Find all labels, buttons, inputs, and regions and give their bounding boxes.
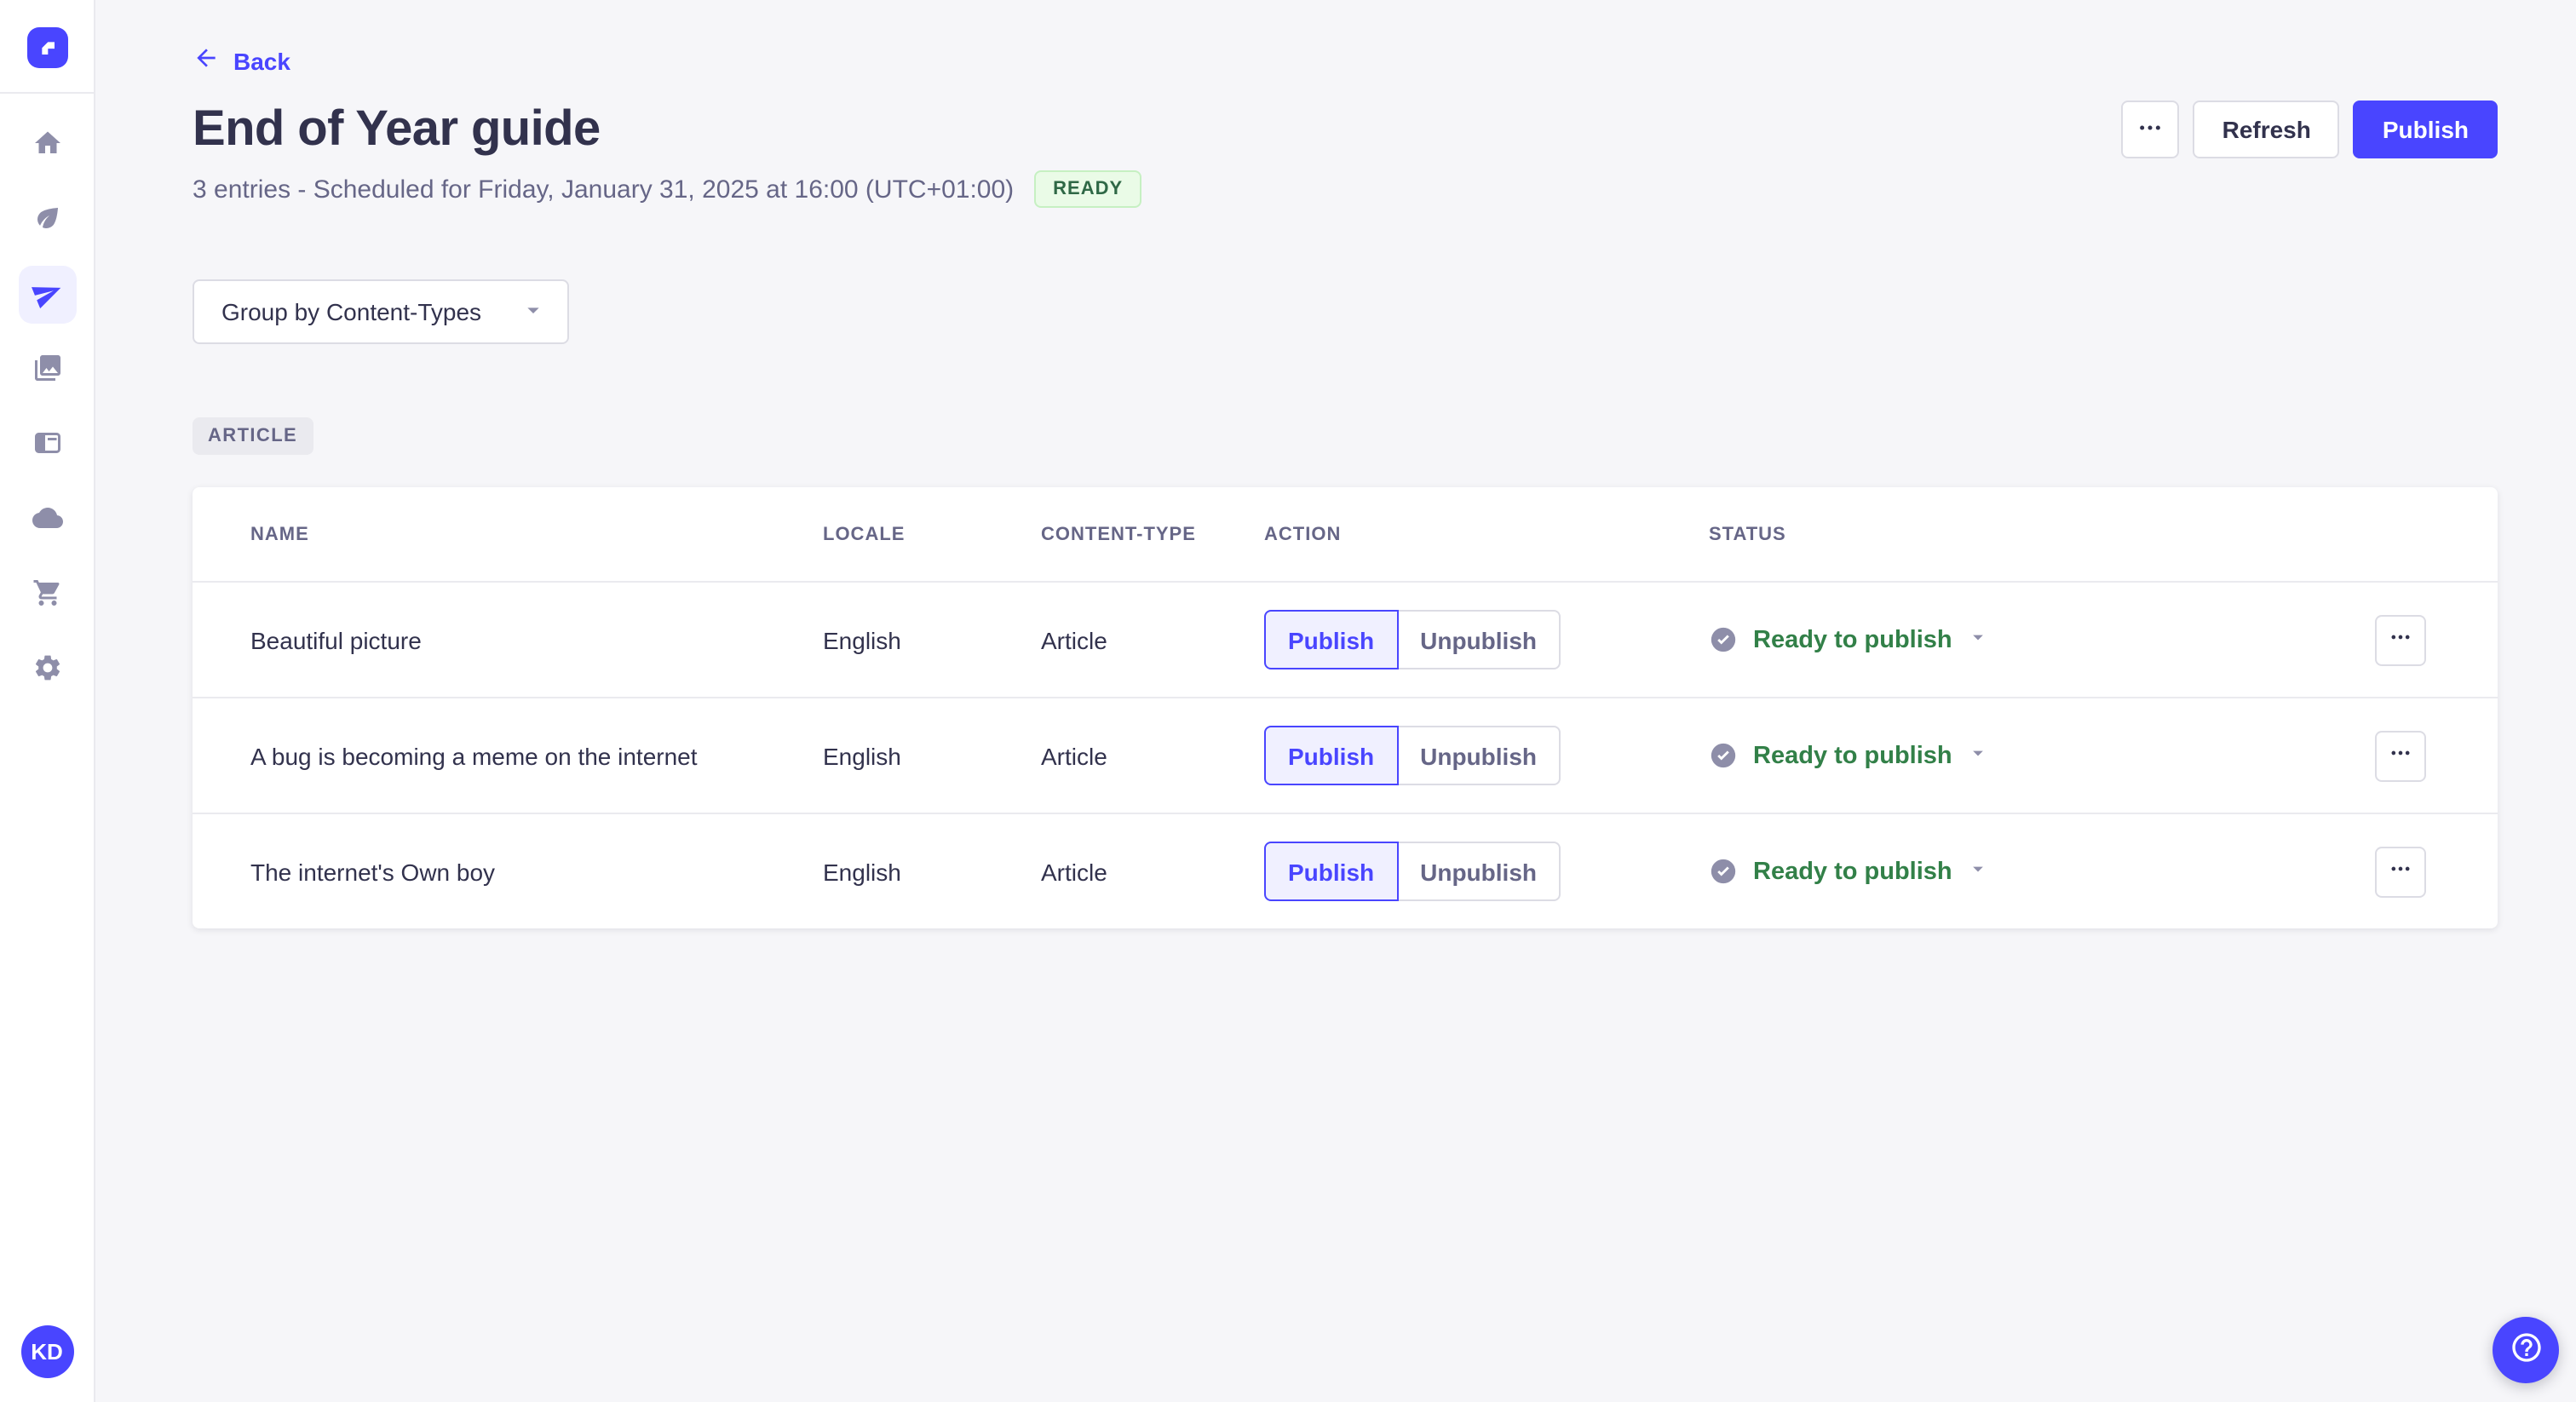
content-type-group-badge: ARTICLE [193, 417, 313, 455]
cloud-icon [32, 502, 62, 537]
entry-status: Ready to publish [1753, 742, 1952, 769]
entry-status-dropdown[interactable]: Ready to publish [1753, 741, 1990, 770]
chevron-down-icon [1966, 625, 1990, 654]
group-by-value: Group by Content-Types [221, 298, 482, 325]
publish-toggle-button[interactable]: Publish [1264, 726, 1399, 785]
column-header-name: NAME [250, 524, 309, 544]
row-menu-button[interactable] [2375, 614, 2426, 665]
release-subtitle: 3 entries - Scheduled for Friday, Januar… [193, 175, 1015, 204]
entry-locale: English [823, 626, 901, 653]
entry-status-dropdown[interactable]: Ready to publish [1753, 857, 1990, 886]
home-icon [32, 127, 62, 163]
ellipsis-icon [2389, 625, 2412, 654]
entry-locale: English [823, 858, 901, 885]
row-menu-button[interactable] [2375, 846, 2426, 897]
sidebar-item-settings[interactable] [18, 641, 76, 698]
sidebar-item-cloud[interactable] [18, 491, 76, 549]
ellipsis-icon [2389, 857, 2412, 886]
entry-content-type: Article [1041, 858, 1107, 885]
ready-status-badge: READY [1034, 170, 1142, 208]
sidebar-item-content-type-builder[interactable] [18, 416, 76, 474]
release-more-button[interactable] [2121, 101, 2180, 158]
row-menu-button[interactable] [2375, 730, 2426, 781]
publish-toggle-button[interactable]: Publish [1264, 842, 1399, 901]
ellipsis-icon [2137, 113, 2165, 146]
check-circle-icon [1709, 625, 1738, 654]
page-title: End of Year guide [193, 101, 601, 156]
entry-name: The internet's Own boy [250, 858, 496, 885]
action-toggle: Publish Unpublish [1264, 842, 1709, 901]
table-row: The internet's Own boy English Article P… [193, 813, 2498, 928]
sidebar-item-releases[interactable] [18, 266, 76, 324]
entry-status-dropdown[interactable]: Ready to publish [1753, 625, 1990, 654]
app-root: KD Back End of Year guide Refresh Publis… [0, 0, 2576, 1402]
action-toggle: Publish Unpublish [1264, 726, 1709, 785]
publish-release-button[interactable]: Publish [2353, 101, 2498, 158]
cart-icon [32, 577, 62, 612]
back-link[interactable]: Back [193, 44, 290, 77]
entry-content-type: Article [1041, 742, 1107, 769]
table-row: A bug is becoming a meme on the internet… [193, 697, 2498, 813]
column-header-locale: LOCALE [823, 524, 906, 544]
entry-content-type: Article [1041, 626, 1107, 653]
help-button[interactable] [2493, 1317, 2559, 1383]
paper-plane-icon [31, 277, 62, 313]
strapi-logo-icon[interactable] [26, 27, 67, 68]
check-circle-icon [1709, 857, 1738, 886]
ellipsis-icon [2389, 741, 2412, 770]
header-actions: Refresh Publish [2121, 101, 2498, 158]
entry-status: Ready to publish [1753, 858, 1952, 885]
images-icon [32, 352, 62, 388]
layout-icon [32, 427, 62, 463]
entry-name: A bug is becoming a meme on the internet [250, 742, 698, 769]
unpublish-toggle-button[interactable]: Unpublish [1396, 726, 1561, 785]
table-header-row: NAME LOCALE CONTENT-TYPE ACTION STATUS [193, 487, 2498, 581]
entry-status: Ready to publish [1753, 626, 1952, 653]
back-label: Back [233, 47, 290, 74]
chevron-down-icon [1966, 741, 1990, 770]
group-by-select[interactable]: Group by Content-Types [193, 279, 569, 344]
sidebar-item-marketplace[interactable] [18, 566, 76, 623]
column-header-action: ACTION [1264, 524, 1342, 544]
publish-toggle-button[interactable]: Publish [1264, 610, 1399, 669]
sidebar: KD [0, 0, 95, 1402]
column-header-status: STATUS [1709, 524, 1786, 544]
sidebar-icon-list [18, 116, 76, 698]
check-circle-icon [1709, 741, 1738, 770]
entry-name: Beautiful picture [250, 626, 422, 653]
sidebar-item-media-library[interactable] [18, 341, 76, 399]
sidebar-divider [0, 92, 94, 94]
chevron-down-icon [1966, 857, 1990, 886]
table-row: Beautiful picture English Article Publis… [193, 581, 2498, 697]
main-content: Back End of Year guide Refresh Publish 3… [95, 0, 2576, 928]
action-toggle: Publish Unpublish [1264, 610, 1709, 669]
user-avatar[interactable]: KD [20, 1325, 73, 1378]
help-icon [2509, 1330, 2543, 1370]
column-header-content-type: CONTENT-TYPE [1041, 524, 1196, 544]
sidebar-item-home[interactable] [18, 116, 76, 174]
gear-icon [32, 652, 62, 687]
feather-icon [32, 202, 62, 238]
sidebar-item-content-manager[interactable] [18, 191, 76, 249]
refresh-button[interactable]: Refresh [2193, 101, 2340, 158]
arrow-left-icon [193, 44, 220, 77]
entries-table: NAME LOCALE CONTENT-TYPE ACTION STATUS B… [193, 487, 2498, 928]
unpublish-toggle-button[interactable]: Unpublish [1396, 610, 1561, 669]
chevron-down-icon [520, 296, 547, 328]
unpublish-toggle-button[interactable]: Unpublish [1396, 842, 1561, 901]
entry-locale: English [823, 742, 901, 769]
